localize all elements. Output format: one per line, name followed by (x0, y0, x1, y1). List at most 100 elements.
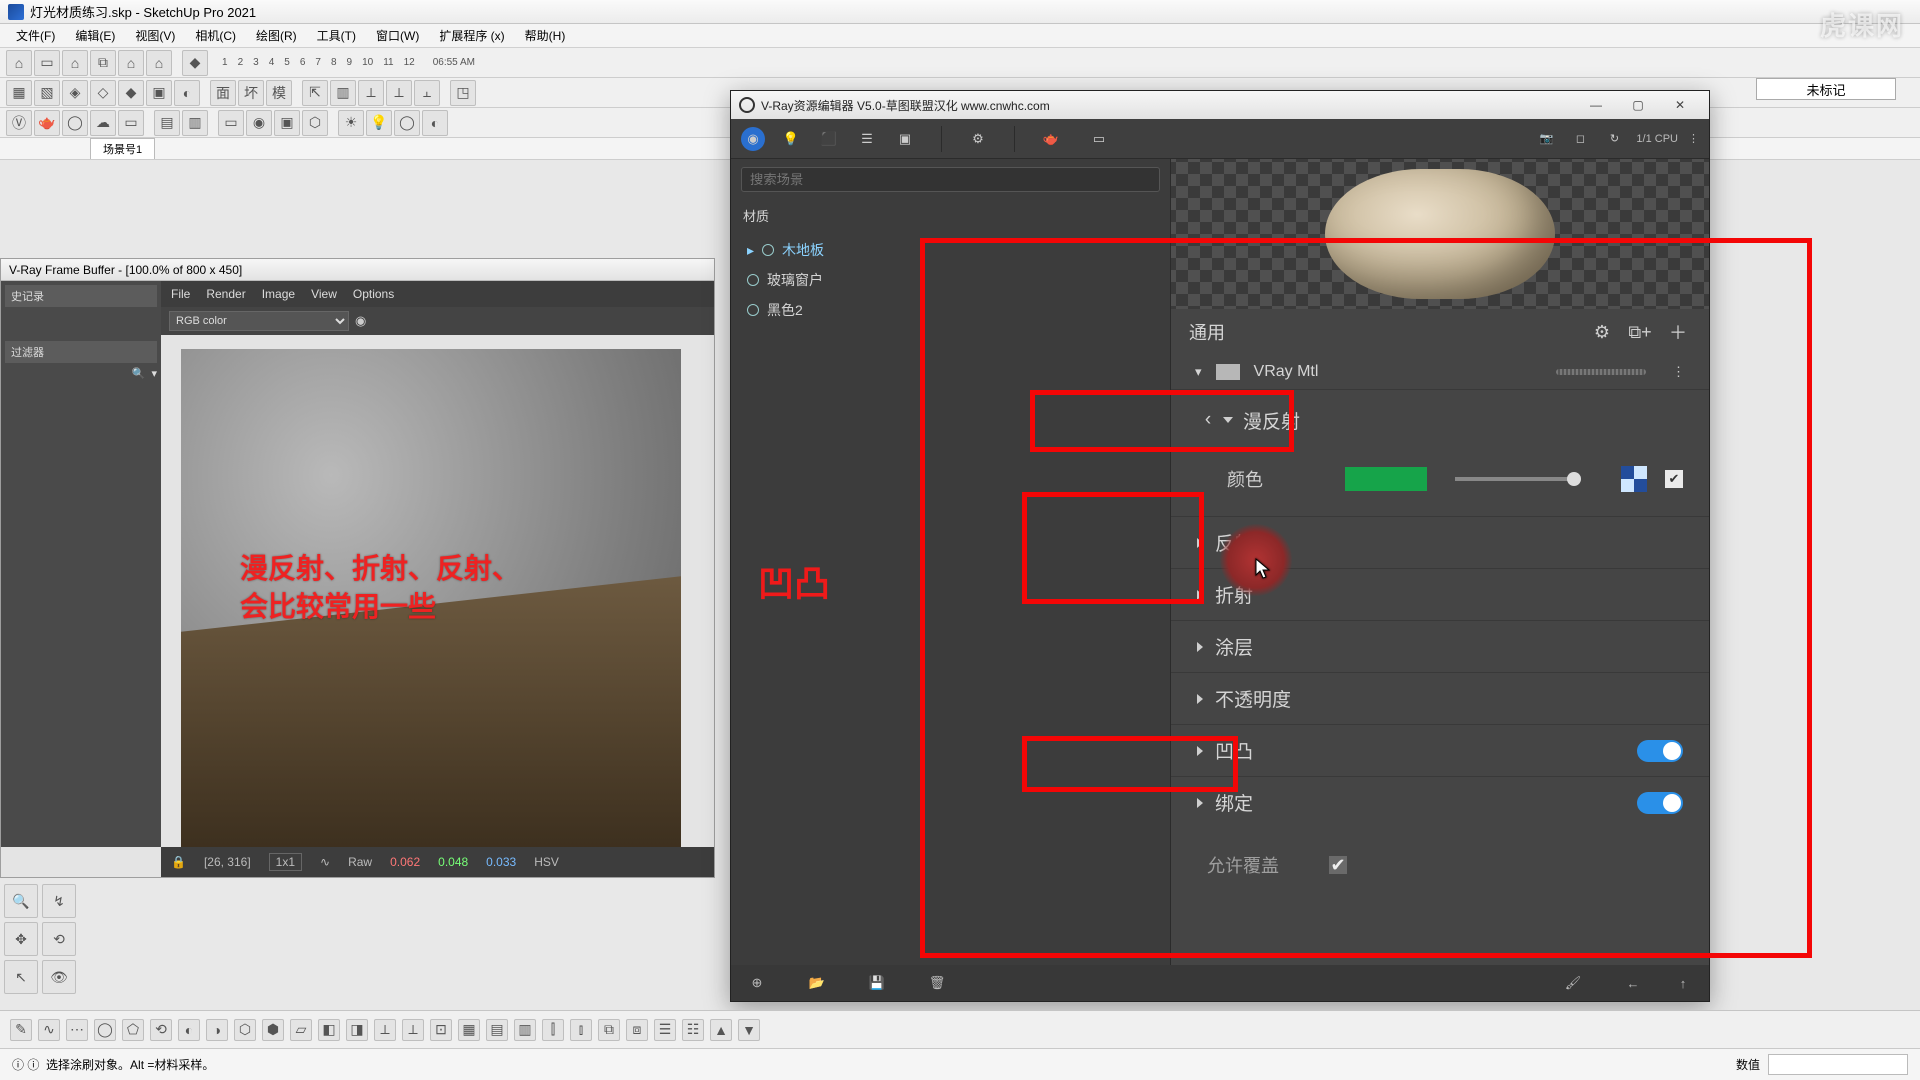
tool-icon[interactable]: ▧ (34, 80, 60, 106)
lights-tab-icon[interactable]: 💡 (779, 127, 803, 151)
timeline-tick[interactable]: 6 (296, 57, 310, 68)
tool-icon[interactable]: ◨ (346, 1019, 368, 1041)
tool-icon[interactable]: ⟂ (386, 80, 412, 106)
tool-icon[interactable]: ▣ (146, 80, 172, 106)
back-arrow-icon[interactable]: ← (1623, 973, 1643, 993)
vray-icon[interactable]: Ⓥ (6, 110, 32, 136)
new-icon[interactable]: ⊕ (747, 973, 767, 993)
tool-icon[interactable]: ▣ (274, 110, 300, 136)
vae-titlebar[interactable]: V-Ray资源编辑器 V5.0-草图联盟汉化 www.cnwhc.com — ▢… (731, 91, 1709, 119)
vfb-menu-image[interactable]: Image (262, 287, 295, 301)
tool-icon[interactable]: ☰ (654, 1019, 676, 1041)
menu-window[interactable]: 窗口(W) (366, 24, 429, 47)
tool-icon[interactable]: ▭ (218, 110, 244, 136)
tool-icon[interactable]: ⬠ (122, 1019, 144, 1041)
cloud-icon[interactable]: ☁ (90, 110, 116, 136)
section-diffuse[interactable]: ‹ 漫反射 (1171, 390, 1709, 450)
tool-icon[interactable]: ⌂ (118, 50, 144, 76)
bump-toggle[interactable] (1637, 740, 1683, 762)
timeline-tick[interactable]: 8 (327, 57, 341, 68)
section-bump[interactable]: 凹凸 (1171, 725, 1709, 776)
more-icon[interactable]: ⋮ (1672, 364, 1685, 380)
tool-icon[interactable]: ◐ (174, 80, 200, 106)
tool-icon[interactable]: ▤ (154, 110, 180, 136)
eye-icon[interactable]: 👁 (42, 960, 76, 994)
bind-toggle[interactable] (1637, 792, 1683, 814)
tree-item-glass-window[interactable]: 玻璃窗户 (731, 265, 1170, 295)
tool-icon[interactable]: ⧉ (598, 1019, 620, 1041)
tool-icon[interactable]: ◯ (394, 110, 420, 136)
tool-icon[interactable]: ⌂ (146, 50, 172, 76)
menubar[interactable]: 文件(F) 编辑(E) 视图(V) 相机(C) 绘图(R) 工具(T) 窗口(W… (0, 24, 1920, 48)
sun-icon[interactable]: ☀ (338, 110, 364, 136)
tool-icon[interactable]: ⫿ (542, 1019, 564, 1041)
sphere-icon[interactable]: ◉ (355, 313, 366, 329)
diffuse-color-chip[interactable] (1345, 467, 1427, 491)
menu-help[interactable]: 帮助(H) (515, 24, 576, 47)
timeline-tick[interactable]: 2 (234, 57, 248, 68)
teapot-icon[interactable]: 🫖 (34, 110, 60, 136)
tool-icon[interactable]: ⧈ (626, 1019, 648, 1041)
timeline-tick[interactable]: 12 (400, 57, 419, 68)
tool-icon[interactable]: ▭ (34, 50, 60, 76)
texture-enable-checkbox[interactable]: ✔ (1665, 470, 1683, 488)
vfb-menu-file[interactable]: File (171, 287, 190, 301)
add-layer-icon[interactable]: ⧉+ (1627, 319, 1653, 345)
label-icon[interactable]: 坏 (238, 80, 264, 106)
tool-icon[interactable]: ▤ (486, 1019, 508, 1041)
grid-size[interactable]: 1x1 (269, 853, 302, 871)
materials-tab-icon[interactable]: ◉ (741, 127, 765, 151)
timeline-tick[interactable]: 1 (218, 57, 232, 68)
menu-file[interactable]: 文件(F) (6, 24, 65, 47)
tool-icon[interactable]: ⋯ (66, 1019, 88, 1041)
expand-icon[interactable]: ▾ (1195, 364, 1202, 380)
diffuse-amount-slider[interactable] (1455, 477, 1575, 481)
tool-icon[interactable]: ▥ (182, 110, 208, 136)
section-coat[interactable]: 涂层 (1171, 621, 1709, 672)
menu-edit[interactable]: 编辑(E) (65, 24, 125, 47)
menu-view[interactable]: 视图(V) (125, 24, 185, 47)
delete-icon[interactable]: 🗑 (927, 973, 947, 993)
tool-icon[interactable]: ▥ (330, 80, 356, 106)
timeline-tick[interactable]: 10 (358, 57, 377, 68)
up-arrow-icon[interactable]: ↑ (1673, 973, 1693, 993)
color-mode-select[interactable]: RGB color (169, 311, 349, 331)
label-icon[interactable]: 模 (266, 80, 292, 106)
help-icon[interactable]: ⓘ (27, 1056, 39, 1073)
tool-icon[interactable]: ◇ (90, 80, 116, 106)
axis-icon[interactable]: ↯ (42, 884, 76, 918)
tree-item-wood-floor[interactable]: ▸木地板 (731, 235, 1170, 265)
tool-icon[interactable]: ⟂ (358, 80, 384, 106)
tool-icon[interactable]: ▦ (458, 1019, 480, 1041)
tool-icon[interactable]: ◆ (118, 80, 144, 106)
tool-icon[interactable]: ⬡ (302, 110, 328, 136)
material-row[interactable]: ▾ VRay Mtl ⋮ (1171, 355, 1709, 389)
info-icon[interactable]: ⓘ (12, 1056, 24, 1073)
close-button[interactable]: ✕ (1659, 98, 1701, 112)
label-icon[interactable]: 面 (210, 80, 236, 106)
tool-icon[interactable]: ▦ (6, 80, 32, 106)
timeline-tick[interactable]: 9 (343, 57, 357, 68)
tool-icon[interactable]: ▭ (118, 110, 144, 136)
tool-icon[interactable]: ⌂ (62, 50, 88, 76)
more-icon[interactable]: ⋮ (1688, 132, 1699, 145)
geometry-tab-icon[interactable]: ⬛ (817, 127, 841, 151)
tool-icon[interactable]: ▲ (710, 1019, 732, 1041)
tool-icon[interactable]: ⬢ (262, 1019, 284, 1041)
render-teapot-icon[interactable]: 🫖 (1039, 127, 1063, 151)
timeline-tick[interactable]: 11 (379, 57, 397, 68)
tool-icon[interactable]: ◐ (422, 110, 448, 136)
tool-icon[interactable]: ▼ (738, 1019, 760, 1041)
tool-icon[interactable]: ◧ (318, 1019, 340, 1041)
section-bind[interactable]: 绑定 (1171, 777, 1709, 828)
textures-tab-icon[interactable]: ▣ (893, 127, 917, 151)
camera-icon[interactable]: 📷 (1534, 127, 1558, 151)
brush-icon[interactable]: 🖌 (1563, 973, 1583, 993)
lock-icon[interactable]: 🔒 (171, 855, 186, 869)
curve-icon[interactable]: ∿ (320, 855, 330, 869)
minimize-button[interactable]: — (1575, 98, 1617, 112)
viewport-icon[interactable]: ◻ (1568, 127, 1592, 151)
material-weight-slider[interactable] (1556, 369, 1646, 375)
vfb-menubar[interactable]: File Render Image View Options (161, 281, 714, 307)
zoom-icon[interactable]: 🔍 (4, 884, 38, 918)
